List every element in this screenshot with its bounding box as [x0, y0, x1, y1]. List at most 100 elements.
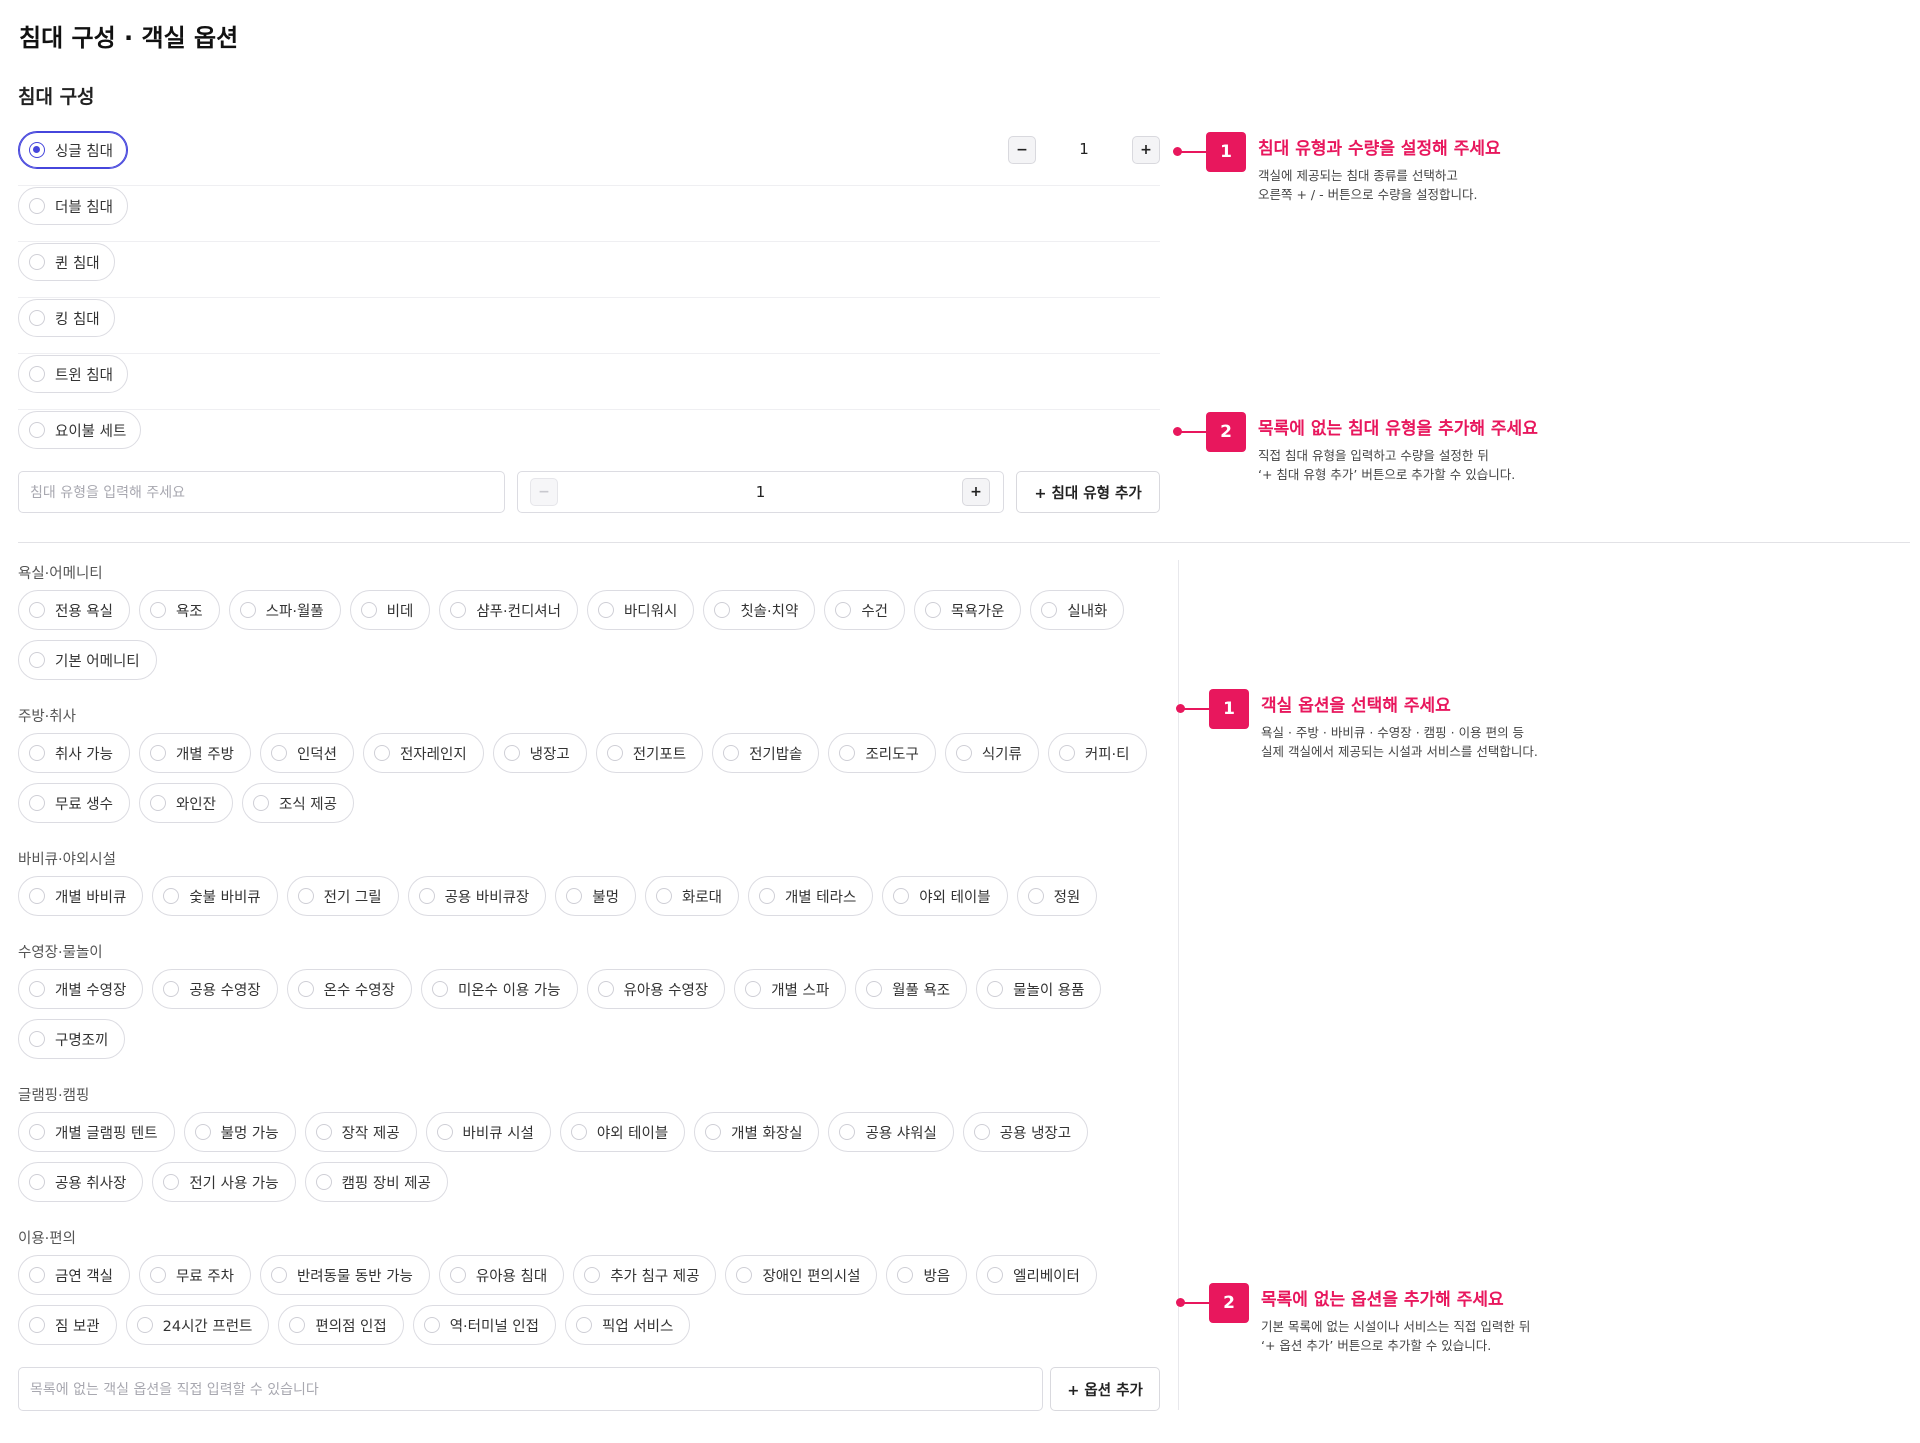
option-pill[interactable]: 커피·티 — [1047, 733, 1147, 773]
option-pill[interactable]: 수건 — [824, 590, 905, 630]
option-pill[interactable]: 개별 글램핑 텐트 — [18, 1112, 175, 1152]
option-pill[interactable]: 조리도구 — [828, 733, 936, 773]
option-pill[interactable]: 장애인 편의시설 — [725, 1255, 878, 1295]
bed-option-twin[interactable]: 트윈 침대 — [18, 355, 128, 393]
option-pill[interactable]: 24시간 프런트 — [125, 1305, 270, 1345]
option-pill[interactable]: 공용 냉장고 — [962, 1112, 1089, 1152]
increment-button[interactable]: + — [962, 478, 990, 506]
option-pill[interactable]: 캠핑 장비 제공 — [304, 1162, 448, 1202]
option-pill[interactable]: 짐 보관 — [18, 1305, 117, 1345]
option-row-bbq: 개별 바비큐 숯불 바비큐 전기 그릴 공용 바비큐장 불멍 화로대 개별 테라스 야외 테이… — [18, 876, 1168, 916]
option-pill[interactable]: 전용 욕실 — [18, 590, 130, 630]
option-pill[interactable]: 취사 가능 — [18, 733, 130, 773]
option-pill[interactable]: 정원 — [1016, 876, 1098, 916]
option-pill[interactable]: 월풀 욕조 — [855, 969, 968, 1009]
option-pill[interactable]: 전기포트 — [595, 733, 704, 773]
add-option-button[interactable]: + 옵션 추가 — [1050, 1367, 1160, 1411]
option-label: 편의점 인접 — [315, 1318, 387, 1335]
option-pill[interactable]: 유아용 수영장 — [586, 969, 726, 1009]
custom-bed-type-input[interactable]: 침대 유형을 입력해 주세요 — [18, 471, 505, 513]
option-pill[interactable]: 개별 주방 — [138, 733, 251, 773]
option-pill[interactable]: 방음 — [886, 1255, 968, 1295]
option-pill[interactable]: 장작 제공 — [304, 1112, 417, 1152]
option-label: 역·터미널 인접 — [449, 1318, 539, 1335]
option-pill[interactable]: 실내화 — [1030, 590, 1125, 630]
option-pill[interactable]: 야외 테이블 — [882, 876, 1008, 916]
option-pill[interactable]: 샴푸·컨디셔너 — [439, 590, 578, 630]
group-label-convenience: 이용·편의 — [18, 1231, 76, 1247]
option-pill[interactable]: 물놀이 용품 — [976, 969, 1102, 1009]
option-pill[interactable]: 무료 주차 — [138, 1255, 251, 1295]
option-pill[interactable]: 욕조 — [138, 590, 220, 630]
column-divider — [1178, 560, 1179, 1410]
callout-line-1: 욕실 · 주방 · 바비큐 · 수영장 · 캠핑 · 이용 편의 등 — [1261, 725, 1525, 740]
option-pill[interactable]: 개별 테라스 — [747, 876, 874, 916]
option-pill[interactable]: 픽업 서비스 — [564, 1305, 691, 1345]
bed-option-king[interactable]: 킹 침대 — [18, 299, 115, 337]
option-pill[interactable]: 스파·월풀 — [228, 590, 341, 630]
option-pill[interactable]: 개별 바비큐 — [18, 876, 144, 916]
option-pill[interactable]: 공용 취사장 — [18, 1162, 144, 1202]
option-pill[interactable]: 칫솔·치약 — [703, 590, 816, 630]
option-label: 개별 글램핑 텐트 — [55, 1125, 158, 1142]
option-pill[interactable]: 온수 수영장 — [286, 969, 412, 1009]
radio-icon — [29, 1124, 45, 1140]
option-pill[interactable]: 기본 어메니티 — [18, 640, 157, 680]
option-pill[interactable]: 화로대 — [644, 876, 739, 916]
option-pill[interactable]: 엘리베이터 — [976, 1255, 1097, 1295]
option-pill[interactable]: 편의점 인접 — [278, 1305, 404, 1345]
decrement-button[interactable]: − — [530, 478, 558, 506]
option-pill[interactable]: 비데 — [349, 590, 431, 630]
option-pill[interactable]: 추가 침구 제공 — [573, 1255, 717, 1295]
option-pill[interactable]: 바디워시 — [586, 590, 695, 630]
option-pill[interactable]: 개별 스파 — [734, 969, 847, 1009]
option-pill[interactable]: 반려동물 동반 가능 — [259, 1255, 430, 1295]
option-pill[interactable]: 야외 테이블 — [559, 1112, 686, 1152]
option-pill[interactable]: 금연 객실 — [18, 1255, 130, 1295]
bed-option-queen[interactable]: 퀸 침대 — [18, 243, 115, 281]
option-pill[interactable]: 전기 그릴 — [286, 876, 399, 916]
bed-option-futon[interactable]: 요이불 세트 — [18, 411, 142, 449]
option-pill[interactable]: 역·터미널 인접 — [412, 1305, 556, 1345]
option-label: 짐 보관 — [55, 1318, 100, 1335]
option-pill[interactable]: 구명조끼 — [18, 1019, 126, 1059]
option-pill[interactable]: 개별 수영장 — [18, 969, 144, 1009]
option-pill[interactable]: 공용 샤워실 — [828, 1112, 954, 1152]
option-pill[interactable]: 바비큐 시설 — [425, 1112, 551, 1152]
decrement-button[interactable]: − — [1008, 136, 1036, 164]
option-pill[interactable]: 와인잔 — [138, 783, 233, 823]
option-pill[interactable]: 인덕션 — [259, 733, 354, 773]
add-bed-type-button[interactable]: + 침대 유형 추가 — [1016, 471, 1160, 513]
custom-option-input[interactable]: 목록에 없는 객실 옵션을 직접 입력할 수 있습니다 — [18, 1367, 1043, 1411]
option-pill[interactable]: 불멍 가능 — [183, 1112, 296, 1152]
radio-icon — [835, 602, 852, 618]
radio-icon — [1027, 888, 1044, 904]
option-pill[interactable]: 냉장고 — [492, 733, 587, 773]
option-pill[interactable]: 전기 사용 가능 — [152, 1162, 296, 1202]
radio-icon — [705, 1124, 722, 1140]
radio-icon — [987, 1267, 1004, 1283]
option-pill[interactable]: 개별 화장실 — [694, 1112, 820, 1152]
page-title: 침대 구성 · 객실 옵션 — [19, 24, 239, 52]
bed-row: 요이불 세트 — [18, 410, 1160, 466]
increment-button[interactable]: + — [1132, 136, 1160, 164]
radio-icon — [723, 745, 740, 761]
bed-option-label: 퀸 침대 — [55, 255, 100, 272]
bed-option-double[interactable]: 더블 침대 — [18, 187, 128, 225]
option-pill[interactable]: 불멍 — [555, 876, 636, 916]
option-pill[interactable]: 목욕가운 — [914, 590, 1022, 630]
option-pill[interactable]: 전기밥솥 — [712, 733, 820, 773]
option-pill[interactable]: 식기류 — [944, 733, 1039, 773]
option-pill[interactable]: 미온수 이용 가능 — [420, 969, 578, 1009]
option-pill[interactable]: 무료 생수 — [18, 783, 130, 823]
option-pill[interactable]: 유아용 침대 — [438, 1255, 565, 1295]
option-label: 개별 테라스 — [784, 889, 857, 906]
option-pill[interactable]: 공용 수영장 — [152, 969, 278, 1009]
radio-icon — [29, 795, 45, 811]
radio-icon — [418, 888, 435, 904]
option-pill[interactable]: 조식 제공 — [242, 783, 354, 823]
option-pill[interactable]: 공용 바비큐장 — [407, 876, 547, 916]
option-pill[interactable]: 숯불 바비큐 — [152, 876, 278, 916]
bed-option-single[interactable]: 싱글 침대 — [18, 131, 128, 169]
option-pill[interactable]: 전자레인지 — [362, 733, 484, 773]
